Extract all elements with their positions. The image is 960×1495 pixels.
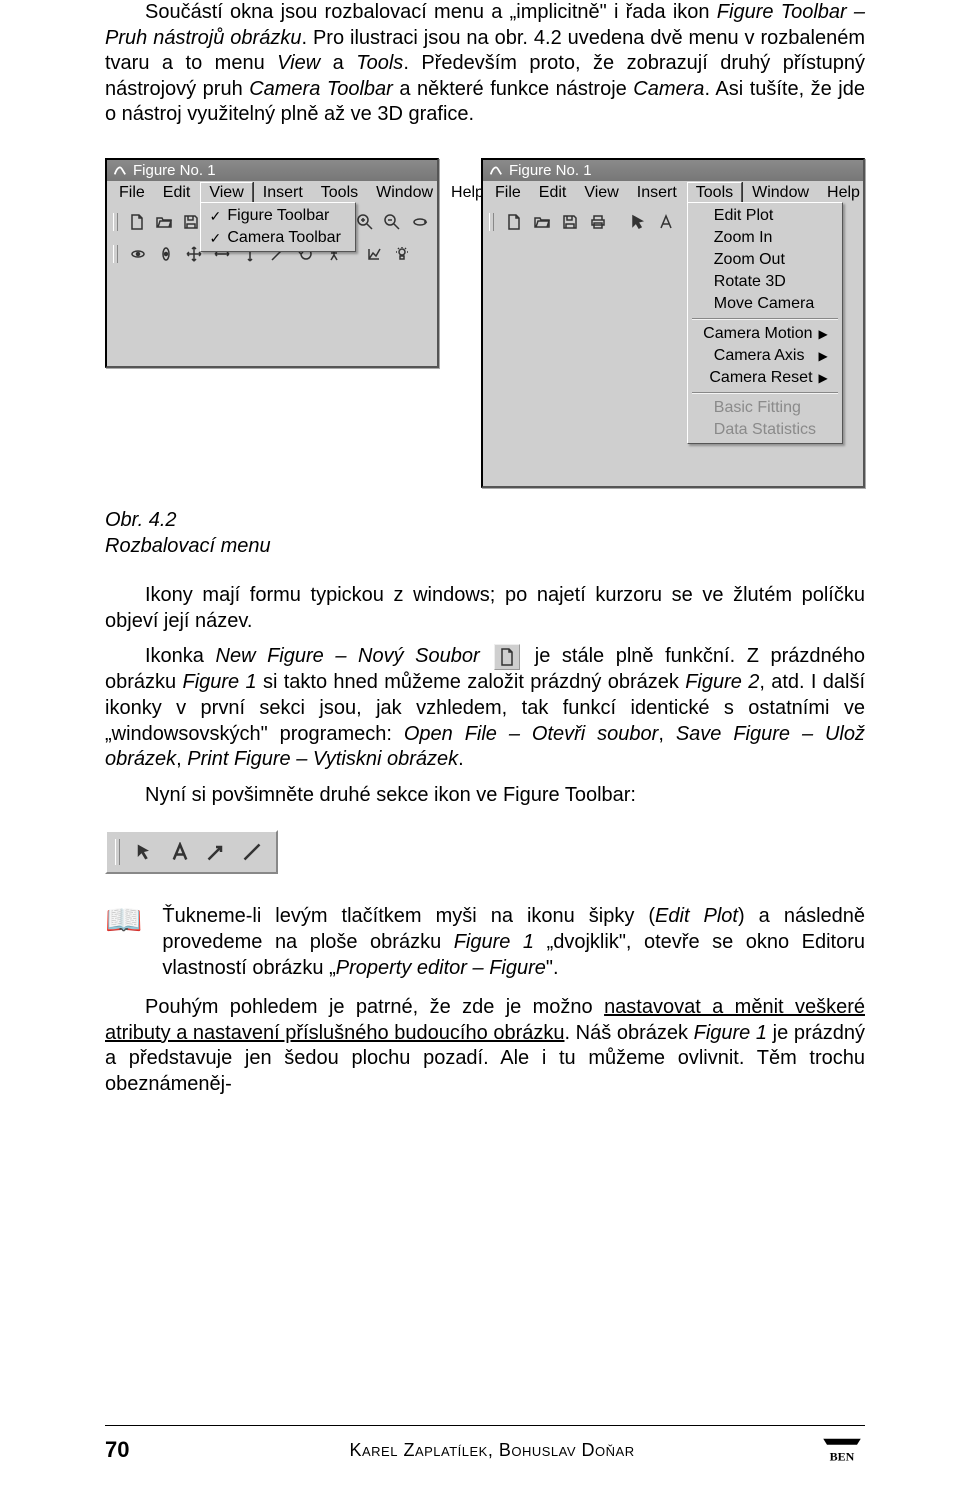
save-icon[interactable] — [558, 210, 582, 234]
menu-item-label: Camera Axis — [714, 347, 805, 365]
menu-item-camera-toolbar[interactable]: ✓ Camera Toolbar — [203, 227, 353, 249]
orbit-scene-icon[interactable] — [154, 242, 178, 266]
axes-icon[interactable] — [362, 242, 386, 266]
svg-text:BEN: BEN — [830, 1450, 855, 1464]
menu-item-zoom-out[interactable]: Zoom Out — [690, 249, 840, 271]
menu-item-label: Camera Reset — [709, 369, 812, 387]
menu-item-zoom-in[interactable]: Zoom In — [690, 227, 840, 249]
paragraph-4: Nyní si povšimněte druhé sekce ikon ve F… — [105, 783, 865, 809]
menu-item-label: Zoom Out — [714, 251, 785, 269]
figure-4-2: Figure No. 1 File Edit View ✓ Figure Too… — [105, 158, 865, 488]
menu-edit[interactable]: Edit — [531, 183, 575, 204]
caption-text: Rozbalovací menu — [105, 534, 865, 560]
menu-separator — [692, 318, 838, 320]
new-figure-icon — [494, 644, 520, 670]
text-a-icon[interactable] — [654, 210, 678, 234]
menu-help[interactable]: Help — [819, 183, 868, 204]
open-file-icon[interactable] — [530, 210, 554, 234]
title-bar: Figure No. 1 — [483, 160, 863, 181]
rotate-3d-icon[interactable] — [408, 210, 431, 234]
page-number: 70 — [105, 1437, 129, 1463]
menu-item-label: Move Camera — [714, 295, 814, 313]
paragraph-3: Ikonka New Figure – Nový Soubor je stále… — [105, 644, 865, 772]
menu-item-data-statistics: Data Statistics — [690, 419, 840, 441]
zoom-out-icon[interactable] — [381, 210, 404, 234]
menu-item-camera-reset[interactable]: Camera Reset ▶ — [690, 367, 840, 389]
menu-item-label: Figure Toolbar — [227, 207, 329, 225]
pointer-icon[interactable] — [626, 210, 650, 234]
light-icon[interactable] — [390, 242, 414, 266]
window-title: Figure No. 1 — [509, 162, 592, 179]
menu-item-label: Camera Motion — [703, 325, 812, 343]
menu-item-label: Rotate 3D — [714, 273, 786, 291]
new-figure-icon[interactable] — [502, 210, 526, 234]
menu-item-move-camera[interactable]: Move Camera — [690, 293, 840, 315]
toolbar-grip — [113, 245, 118, 263]
check-icon: ✓ — [209, 230, 221, 247]
figure-window-view: Figure No. 1 File Edit View ✓ Figure Too… — [105, 158, 439, 368]
menu-item-label: Data Statistics — [714, 421, 816, 439]
paragraph-5: Pouhým pohledem je patrné, že zde je mož… — [105, 995, 865, 1097]
menu-file[interactable]: File — [111, 183, 153, 204]
tip-note: 📖 Ťukneme-li levým tlačítkem myši na iko… — [105, 904, 865, 981]
figure-window-tools: Figure No. 1 File Edit View Insert Tools… — [481, 158, 865, 488]
title-bar: Figure No. 1 — [107, 160, 437, 181]
menu-item-camera-motion[interactable]: Camera Motion ▶ — [690, 323, 840, 345]
submenu-arrow-icon: ▶ — [819, 349, 828, 363]
check-icon: ✓ — [209, 208, 221, 225]
text-a-icon[interactable] — [164, 836, 196, 868]
tip-text: Ťukneme-li levým tlačítkem myši na ikonu… — [162, 904, 865, 981]
menu-item-label: Basic Fitting — [714, 399, 801, 417]
menu-item-label: Camera Toolbar — [227, 229, 341, 247]
menu-item-label: Zoom In — [714, 229, 773, 247]
menu-view[interactable]: View — [576, 183, 626, 204]
menu-insert[interactable]: Insert — [255, 183, 311, 204]
page-footer: 70 Karel Zaplatílek, Bohuslav Doňar BEN — [0, 1435, 960, 1465]
figure-caption: Obr. 4.2 Rozbalovací menu — [105, 508, 865, 559]
menu-item-edit-plot[interactable]: Edit Plot — [690, 205, 840, 227]
menu-item-basic-fitting: Basic Fitting — [690, 397, 840, 419]
tools-dropdown: Edit Plot Zoom In Zoom Out Rotate 3D Mov… — [687, 202, 843, 444]
caption-label: Obr. 4.2 — [105, 508, 865, 534]
menu-window[interactable]: Window — [368, 183, 441, 204]
submenu-arrow-icon: ▶ — [819, 327, 828, 341]
open-file-icon[interactable] — [153, 210, 176, 234]
menu-tools[interactable]: Tools — [687, 182, 742, 204]
orbit-camera-icon[interactable] — [126, 242, 150, 266]
footer-authors: Karel Zaplatílek, Bohuslav Doňar — [349, 1440, 634, 1461]
menu-bar: File Edit View Insert Tools Edit Plot Zo… — [483, 181, 863, 206]
submenu-arrow-icon: ▶ — [819, 371, 828, 385]
menu-item-camera-axis[interactable]: Camera Axis ▶ — [690, 345, 840, 367]
menu-insert[interactable]: Insert — [629, 183, 685, 204]
line-icon[interactable] — [236, 836, 268, 868]
book-icon: 📖 — [105, 904, 142, 981]
paragraph-2: Ikony mají formu typickou z windows; po … — [105, 583, 865, 634]
menu-item-label: Edit Plot — [714, 207, 774, 225]
new-figure-icon[interactable] — [126, 210, 149, 234]
footer-rule — [105, 1425, 865, 1426]
paragraph-1: Součástí okna jsou rozbalovací menu a „i… — [105, 0, 865, 128]
toolbar-grip — [115, 839, 120, 865]
menu-separator — [692, 392, 838, 394]
menu-view[interactable]: View — [200, 182, 252, 204]
toolbar-grip — [489, 213, 494, 231]
publisher-logo-icon: BEN — [819, 1435, 865, 1465]
matlab-figure-icon — [489, 163, 503, 177]
zoom-in-icon[interactable] — [354, 210, 377, 234]
menu-file[interactable]: File — [487, 183, 529, 204]
matlab-figure-icon — [113, 163, 127, 177]
menu-item-figure-toolbar[interactable]: ✓ Figure Toolbar — [203, 205, 353, 227]
arrow-icon[interactable] — [200, 836, 232, 868]
print-icon[interactable] — [586, 210, 610, 234]
menu-tools[interactable]: Tools — [313, 183, 366, 204]
view-dropdown: ✓ Figure Toolbar ✓ Camera Toolbar — [200, 202, 356, 252]
figure-toolbar-section-2 — [105, 830, 278, 874]
menu-item-rotate-3d[interactable]: Rotate 3D — [690, 271, 840, 293]
menu-edit[interactable]: Edit — [155, 183, 199, 204]
window-title: Figure No. 1 — [133, 162, 216, 179]
menu-bar: File Edit View ✓ Figure Toolbar ✓ Camera… — [107, 181, 437, 206]
menu-window[interactable]: Window — [744, 183, 817, 204]
toolbar-grip — [113, 213, 118, 231]
pointer-icon[interactable] — [128, 836, 160, 868]
